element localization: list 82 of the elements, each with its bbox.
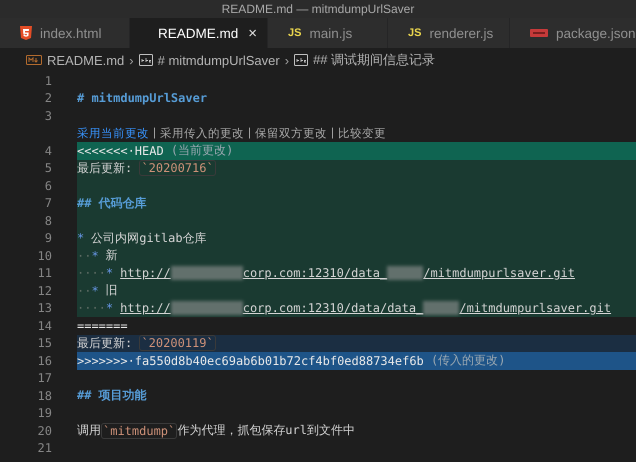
list-bullet: * bbox=[106, 301, 114, 316]
whitespace-dots: ···· bbox=[77, 301, 106, 316]
blurred-text bbox=[387, 266, 424, 280]
line-number: 16 bbox=[36, 354, 52, 368]
codelens-action[interactable]: 采用传入的更改 bbox=[160, 126, 244, 141]
line-number: 11 bbox=[36, 266, 52, 280]
line-number: 18 bbox=[36, 388, 52, 403]
line-number: 12 bbox=[36, 284, 52, 298]
list-bullet: * bbox=[91, 248, 99, 263]
markdown-heading: ## 项目功能 bbox=[77, 387, 147, 404]
line-number: 10 bbox=[36, 248, 52, 263]
inline-code: `mitmdump` bbox=[101, 422, 178, 439]
breadcrumb-item[interactable]: README.md bbox=[47, 52, 124, 68]
line-number: 17 bbox=[36, 371, 52, 386]
url-text[interactable]: corp.com:12310/data_ bbox=[242, 266, 388, 280]
line-number: 6 bbox=[44, 178, 52, 193]
separator-text: | bbox=[153, 127, 156, 140]
whitespace-dots: ·· bbox=[77, 248, 92, 263]
editor-tab[interactable]: JS renderer.js bbox=[388, 18, 510, 48]
codelens-action[interactable]: 采用当前更改 bbox=[77, 126, 149, 141]
url-text[interactable]: http:// bbox=[120, 266, 171, 280]
line-number: 7 bbox=[44, 196, 52, 210]
url-text[interactable]: corp.com:12310/data/data_ bbox=[242, 301, 424, 316]
conflict-marker: <<<<<<<·HEAD bbox=[77, 144, 164, 158]
conflict-marker: >>>>>>>·fa550d8b40ec69ab6b01b72cf4bf0ed88734ef6b bbox=[77, 354, 424, 368]
list-bullet: * bbox=[77, 231, 84, 246]
json-file-icon bbox=[530, 29, 548, 37]
url-text[interactable]: /mitmdumpurlsaver.git bbox=[459, 301, 612, 316]
url-text[interactable]: http:// bbox=[120, 301, 171, 316]
code-text: 最后更新: bbox=[77, 334, 134, 352]
code-text: 最后更新: bbox=[77, 160, 134, 177]
text-symbol-icon bbox=[294, 54, 308, 66]
code-text: 调用 bbox=[77, 422, 101, 440]
editor-tab[interactable]: README.md × bbox=[130, 18, 268, 48]
chevron-icon: › bbox=[284, 52, 290, 68]
line-number: 21 bbox=[36, 441, 52, 456]
line-number: 2 bbox=[44, 91, 52, 106]
code-text: 新 bbox=[106, 247, 118, 264]
line-number: 3 bbox=[44, 108, 52, 123]
whitespace-dots: ···· bbox=[77, 266, 106, 280]
line-number: 13 bbox=[36, 301, 52, 316]
conflict-hint: (传入的更改) bbox=[430, 352, 506, 370]
inline-code: `20200716` bbox=[139, 160, 216, 176]
js-file-icon: JS bbox=[288, 27, 302, 39]
line-number: 19 bbox=[36, 406, 52, 420]
line-number: 1 bbox=[44, 74, 52, 88]
html-file-icon bbox=[20, 26, 32, 40]
blurred-text bbox=[423, 301, 460, 316]
markdown-heading: # mitmdumpUrlSaver bbox=[77, 91, 208, 106]
codelens-action[interactable]: 比较变更 bbox=[338, 126, 386, 141]
breadcrumb-item[interactable]: # mitmdumpUrlSaver bbox=[158, 52, 280, 68]
markdown-file-icon bbox=[26, 55, 42, 65]
code-text: 旧 bbox=[106, 282, 118, 300]
line-number: 20 bbox=[36, 424, 52, 438]
breadcrumb-item[interactable]: ## 调试期间信息记录 bbox=[313, 51, 436, 69]
list-bullet: * bbox=[91, 284, 99, 298]
line-number: 5 bbox=[44, 161, 52, 176]
line-number: 9 bbox=[44, 231, 52, 246]
codelens-action[interactable]: 保留双方更改 bbox=[255, 126, 327, 141]
conflict-hint: (当前更改) bbox=[170, 142, 234, 160]
separator-text: | bbox=[248, 127, 251, 140]
inline-code: `20200119` bbox=[139, 335, 216, 352]
list-bullet: * bbox=[106, 266, 114, 280]
editor-tab[interactable]: index.html bbox=[0, 18, 130, 48]
line-number: 15 bbox=[36, 336, 52, 350]
line-number: 4 bbox=[44, 144, 52, 158]
line-number: 8 bbox=[44, 214, 52, 228]
text-symbol-icon bbox=[138, 54, 153, 66]
url-text[interactable]: /mitmdumpurlsaver.git bbox=[423, 266, 575, 280]
markdown-heading: ## 代码仓库 bbox=[77, 194, 147, 212]
close-icon[interactable]: × bbox=[248, 24, 258, 42]
code-text: 公司内网gitlab仓库 bbox=[91, 230, 207, 247]
window-title: README.md — mitmdumpUrlSaver bbox=[222, 2, 414, 16]
chevron-icon: › bbox=[129, 52, 134, 68]
js-file-icon: JS bbox=[408, 27, 422, 39]
whitespace-dots: ·· bbox=[77, 284, 92, 298]
editor-tab[interactable]: JS main.js bbox=[268, 18, 388, 48]
conflict-marker: ======= bbox=[77, 318, 128, 333]
line-number: 14 bbox=[36, 318, 52, 333]
editor-tab[interactable]: package.json bbox=[510, 18, 636, 48]
code-text: 作为代理，抓包保存url到文件中 bbox=[177, 422, 355, 440]
separator-text: | bbox=[331, 127, 334, 140]
